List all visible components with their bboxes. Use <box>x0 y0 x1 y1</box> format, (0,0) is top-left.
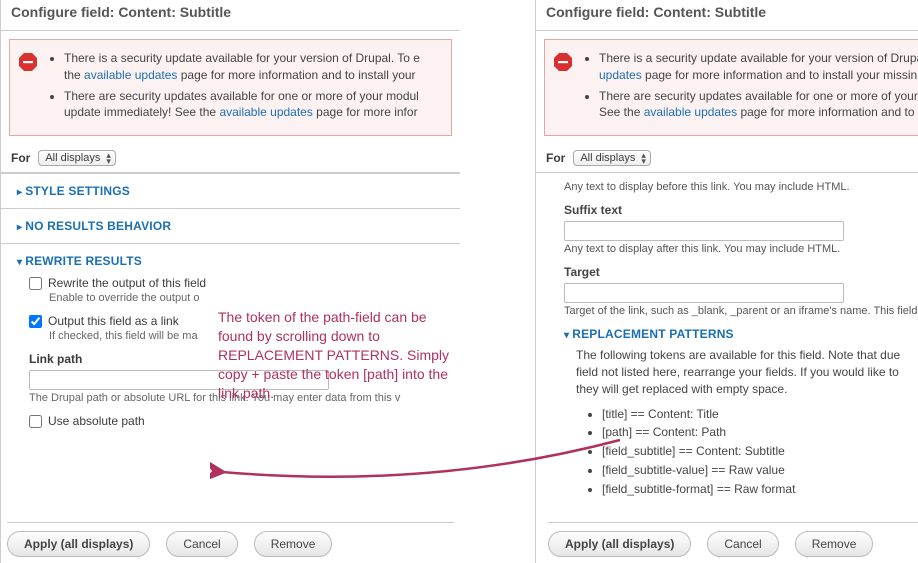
available-updates-link[interactable]: updates <box>599 68 642 82</box>
rewrite-output-checkbox[interactable] <box>29 277 42 290</box>
alert-text: There is a security update available for… <box>64 51 420 65</box>
rewrite-output-label: Rewrite the output of this field <box>48 276 206 290</box>
token-item: [field_subtitle-format] == Raw format <box>602 481 918 498</box>
select-value: All displays <box>580 152 635 164</box>
select-value: All displays <box>45 152 100 164</box>
available-updates-link[interactable]: available updates <box>219 105 312 119</box>
for-label: For <box>11 151 30 165</box>
target-input[interactable] <box>564 283 844 303</box>
output-as-link-label: Output this field as a link <box>48 314 179 328</box>
token-item: [path] == Content: Path <box>602 424 918 441</box>
token-item: [field_subtitle-value] == Raw value <box>602 462 918 479</box>
for-label: For <box>546 151 565 165</box>
use-absolute-label: Use absolute path <box>48 414 145 428</box>
no-results-toggle[interactable]: NO RESULTS BEHAVIOR <box>17 219 444 233</box>
suffix-label: Suffix text <box>564 203 918 217</box>
token-item: [title] == Content: Title <box>602 406 918 423</box>
available-updates-link[interactable]: available updates <box>644 105 737 119</box>
apply-button[interactable]: Apply (all displays) <box>7 531 150 557</box>
for-row: For All displays ▴▾ <box>536 144 918 173</box>
annotation-arrow-icon <box>210 430 630 490</box>
remove-button[interactable]: Remove <box>254 531 333 557</box>
dialog-title: Configure field: Content: Subtitle <box>1 0 460 31</box>
replacement-intro: The following tokens are available for t… <box>576 347 918 397</box>
security-alert: There is a security update available for… <box>544 39 918 136</box>
display-select[interactable]: All displays ▴▾ <box>573 150 651 166</box>
alert-text: There are security updates available for… <box>64 89 419 103</box>
cancel-button[interactable]: Cancel <box>707 531 778 557</box>
use-absolute-checkbox[interactable] <box>29 415 42 428</box>
error-icon <box>553 52 573 72</box>
rewrite-results-toggle[interactable]: REWRITE RESULTS <box>17 254 444 268</box>
security-alert: There is a security update available for… <box>9 39 452 136</box>
token-item: [field_subtitle] == Content: Subtitle <box>602 443 918 460</box>
available-updates-link[interactable]: available updates <box>84 68 177 82</box>
chevrons-icon: ▴▾ <box>641 152 646 164</box>
dialog-title: Configure field: Content: Subtitle <box>536 0 918 31</box>
annotation-text: The token of the path-field can be found… <box>218 308 454 402</box>
suffix-input[interactable] <box>564 221 844 241</box>
cancel-button[interactable]: Cancel <box>166 531 237 557</box>
rewrite-output-help: Enable to override the output o <box>49 292 444 304</box>
error-icon <box>18 52 38 72</box>
style-settings-toggle[interactable]: STYLE SETTINGS <box>17 184 444 198</box>
suffix-help: Any text to display after this link. You… <box>564 243 918 255</box>
prefix-help: Any text to display before this link. Yo… <box>564 181 918 193</box>
target-help: Target of the link, such as _blank, _par… <box>564 305 918 317</box>
for-row: For All displays ▴▾ <box>1 144 460 173</box>
output-as-link-checkbox[interactable] <box>29 315 42 328</box>
remove-button[interactable]: Remove <box>795 531 874 557</box>
apply-button[interactable]: Apply (all displays) <box>548 531 691 557</box>
display-select[interactable]: All displays ▴▾ <box>38 150 116 166</box>
target-label: Target <box>564 265 918 279</box>
replacement-patterns-toggle[interactable]: REPLACEMENT PATTERNS <box>564 327 918 341</box>
chevrons-icon: ▴▾ <box>106 152 111 164</box>
